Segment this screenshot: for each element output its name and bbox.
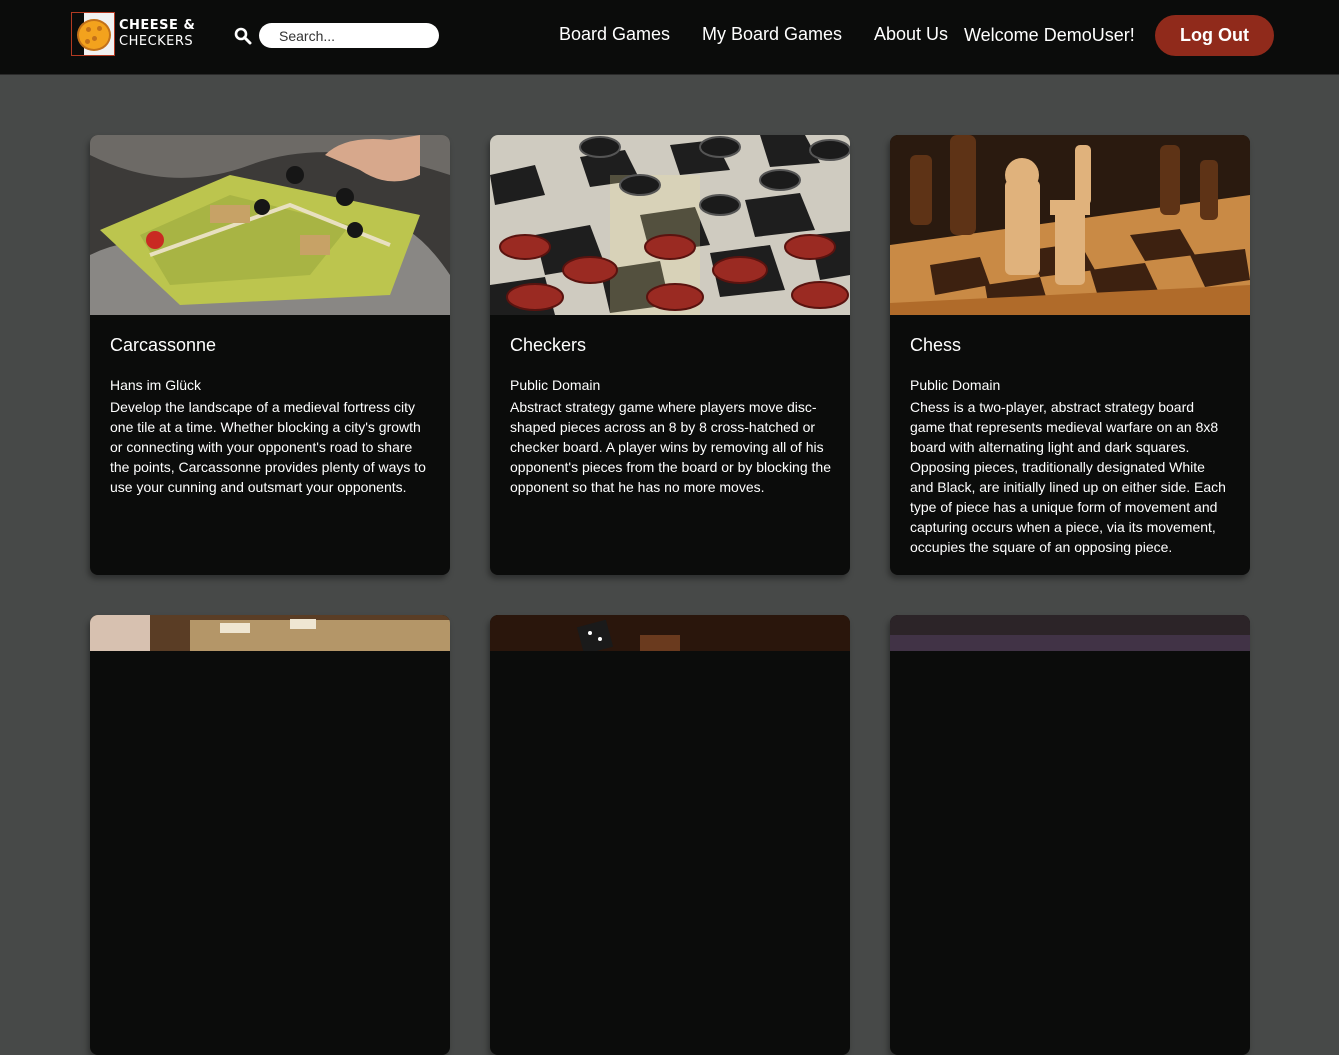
- nav-board-games[interactable]: Board Games: [559, 24, 670, 45]
- cheese-logo-icon: [71, 12, 115, 56]
- card-description: Chess is a two-player, abstract strategy…: [910, 399, 1226, 555]
- game-card-carcassonne[interactable]: Carcassonne Hans im Glück Develop the la…: [90, 135, 450, 575]
- brand-logo[interactable]: CHEESE & CHECKERS: [71, 10, 211, 58]
- game-image: [490, 615, 850, 795]
- brand-name: CHEESE & CHECKERS: [119, 18, 195, 50]
- card-publisher: Public Domain: [910, 377, 1001, 393]
- nav-about-us[interactable]: About Us: [874, 24, 948, 45]
- game-card-row2-1[interactable]: [90, 615, 450, 1055]
- game-card-row2-3[interactable]: [890, 615, 1250, 1055]
- card-publisher: Public Domain: [510, 377, 601, 393]
- card-description: Develop the landscape of a medieval fort…: [110, 399, 426, 495]
- brand-line-1: CHEESE &: [119, 18, 196, 33]
- game-card-row2-2[interactable]: [490, 615, 850, 1055]
- logout-button[interactable]: Log Out: [1155, 15, 1274, 56]
- brand-line-2: CHECKERS: [119, 34, 194, 49]
- search-icon[interactable]: [234, 27, 252, 45]
- card-publisher: Hans im Glück: [110, 377, 202, 393]
- card-description: Abstract strategy game where players mov…: [510, 399, 831, 495]
- chess-image: [890, 135, 1250, 315]
- card-title: Checkers: [510, 335, 587, 355]
- checkers-image: [490, 135, 850, 315]
- card-title: Carcassonne: [110, 335, 217, 355]
- search-input[interactable]: [259, 23, 439, 48]
- game-image: [90, 615, 450, 795]
- navbar: CHEESE & CHECKERS Board Games My Board G…: [0, 0, 1339, 75]
- carcassonne-image: [90, 135, 450, 315]
- game-card-checkers[interactable]: Checkers Public Domain Abstract strategy…: [490, 135, 850, 575]
- game-card-chess[interactable]: Chess Public Domain Chess is a two-playe…: [890, 135, 1250, 575]
- nav-my-board-games[interactable]: My Board Games: [702, 24, 842, 45]
- card-title: Chess: [910, 335, 962, 355]
- game-image: [890, 615, 1250, 795]
- welcome-text: Welcome DemoUser!: [964, 25, 1135, 45]
